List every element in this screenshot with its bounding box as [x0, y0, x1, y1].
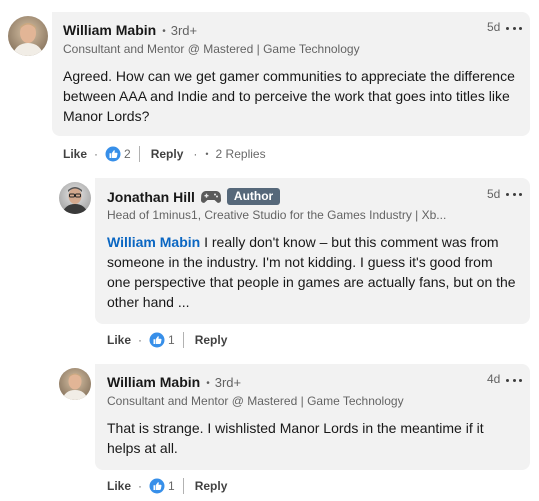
connection-degree: 3rd+ [162, 23, 197, 38]
like-reaction-icon [105, 146, 121, 162]
avatar[interactable] [59, 182, 91, 214]
avatar[interactable] [8, 16, 48, 56]
comment-text: Agreed. How can we get gamer communities… [63, 68, 515, 124]
author-headline: Head of 1minus1, Creative Studio for the… [107, 208, 447, 222]
connection-degree: 3rd+ [206, 375, 241, 390]
comment-actions: Like · 1 Reply [107, 332, 228, 348]
comment-actions: Like · 1 Reply [107, 478, 228, 494]
reply-button[interactable]: Reply [195, 479, 228, 493]
comment-text: That is strange. I wishlisted Manor Lord… [107, 420, 484, 456]
mention-link[interactable]: William Mabin [107, 234, 200, 250]
gamepad-emoji-icon [200, 190, 221, 203]
reply-william: William Mabin 3rd+ Consultant and Mentor… [0, 360, 539, 501]
comment-actions: Like · 2 Reply · 2 Replies [63, 146, 266, 162]
author-name[interactable]: Jonathan Hill [107, 189, 195, 205]
author-headline: Consultant and Mentor @ Mastered | Game … [63, 42, 360, 56]
more-options-icon[interactable] [506, 25, 522, 31]
like-reaction-icon [149, 332, 165, 348]
like-button[interactable]: Like [63, 147, 87, 161]
more-options-icon[interactable] [506, 377, 522, 383]
author-name[interactable]: William Mabin [107, 374, 200, 390]
like-button[interactable]: Like [107, 479, 131, 493]
comment-age: 4d [487, 372, 501, 386]
reaction-count[interactable]: 1 [168, 333, 175, 347]
author-headline: Consultant and Mentor @ Mastered | Game … [107, 394, 404, 408]
reply-jonathan: Jonathan Hill Author Head of 1minus1, Cr… [0, 170, 539, 360]
avatar[interactable] [59, 368, 91, 400]
like-reaction-icon [149, 478, 165, 494]
view-replies-link[interactable]: 2 Replies [205, 147, 266, 161]
more-options-icon[interactable] [506, 191, 522, 197]
author-badge: Author [226, 188, 281, 205]
comment-text: William Mabin I really don't know – but … [107, 232, 519, 312]
comment-age: 5d [487, 187, 501, 201]
reaction-count[interactable]: 2 [124, 147, 131, 161]
comment-age: 5d [487, 20, 501, 34]
reply-button[interactable]: Reply [195, 333, 228, 347]
reaction-count[interactable]: 1 [168, 479, 175, 493]
author-name[interactable]: William Mabin [63, 22, 156, 38]
like-button[interactable]: Like [107, 333, 131, 347]
reply-button[interactable]: Reply [151, 147, 184, 161]
comment-william-1: William Mabin 3rd+ Consultant and Mentor… [0, 0, 539, 170]
